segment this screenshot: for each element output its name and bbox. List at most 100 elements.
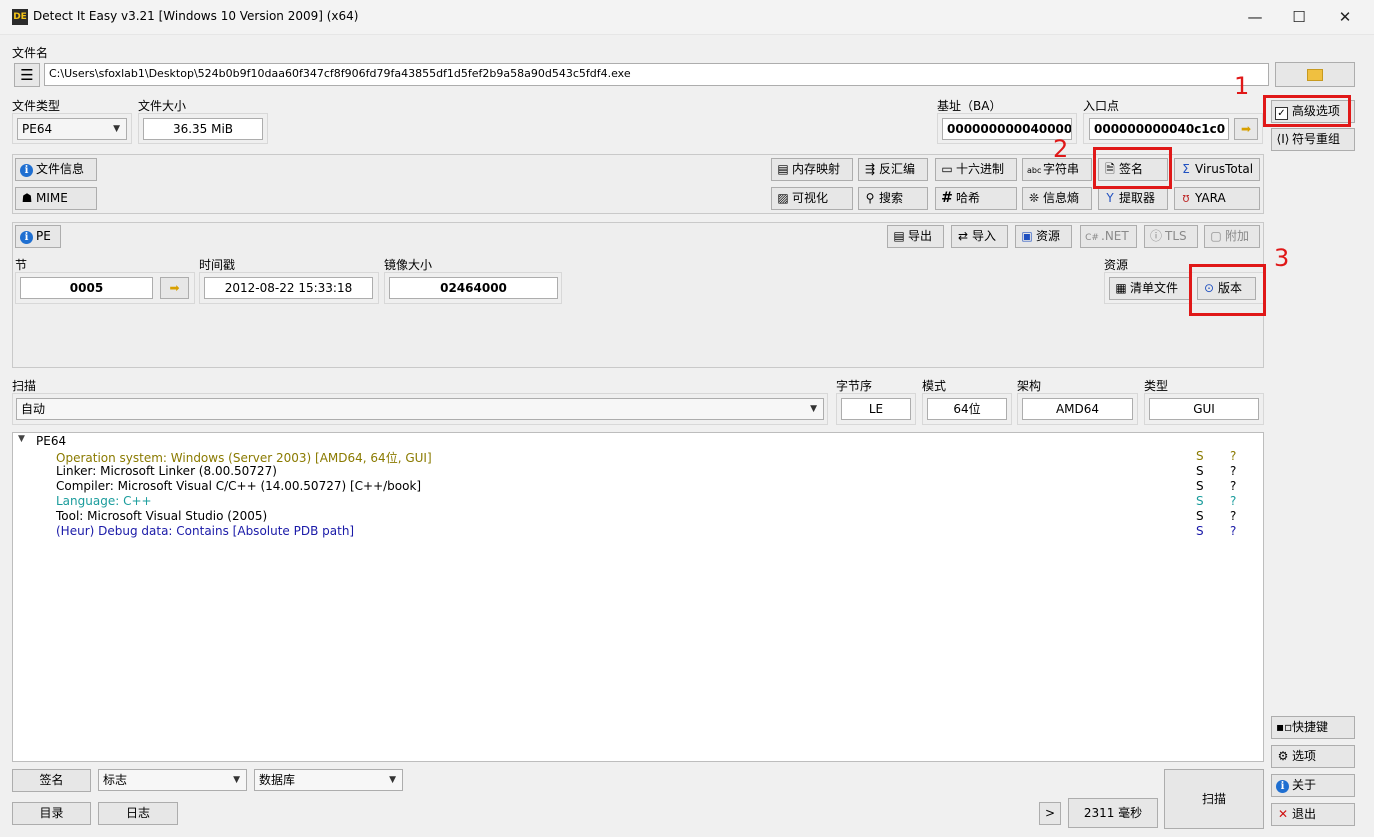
result-s-flag: S <box>1196 509 1204 523</box>
shortcuts-label: 快捷键 <box>1292 720 1329 734</box>
minimize-button[interactable]: — <box>1232 0 1278 34</box>
endianness-value: LE <box>841 398 911 420</box>
memory-map-label: 内存映射 <box>792 162 841 176</box>
entry-point-value: 000000000040c1c0 <box>1089 118 1229 140</box>
demangle-label: 符号重组 <box>1292 132 1341 146</box>
manifest-button[interactable]: ▦ 清单文件 <box>1109 277 1192 300</box>
disassembly-label: 反汇编 <box>879 162 916 176</box>
hex-label: 十六进制 <box>956 162 1005 176</box>
open-folder-button[interactable] <box>1275 62 1355 87</box>
section-goto-arrow-icon[interactable]: ➡ <box>160 277 189 299</box>
hash-button[interactable]: # 哈希 <box>935 187 1017 210</box>
section-value: 0005 <box>20 277 153 299</box>
options-button[interactable]: ⚙ 选项 <box>1271 745 1355 768</box>
exit-x-icon: ✕ <box>1277 807 1289 821</box>
database-select[interactable]: 数据库 ▼ <box>254 769 403 791</box>
result-line[interactable]: (Heur) Debug data: Contains [Absolute PD… <box>56 524 354 538</box>
more-button[interactable]: > <box>1039 802 1061 825</box>
demangle-button[interactable]: ⟨I⟩ 符号重组 <box>1271 128 1355 151</box>
result-info-button[interactable]: ? <box>1230 524 1236 538</box>
result-s-flag: S <box>1196 464 1204 478</box>
close-button[interactable]: ✕ <box>1322 0 1368 34</box>
entry-point-label: 入口点 <box>1083 99 1120 113</box>
export-button[interactable]: ▤ 导出 <box>887 225 944 248</box>
log-button[interactable]: 日志 <box>98 802 178 825</box>
overlay-button[interactable]: ▢ 附加 <box>1204 225 1260 248</box>
overlay-label: 附加 <box>1225 229 1250 243</box>
result-s-flag: S <box>1196 494 1204 508</box>
scan-label: 扫描 <box>12 379 37 393</box>
resources-label: 资源 <box>1036 229 1061 243</box>
pe-info-button[interactable]: i PE <box>15 225 61 248</box>
scan-mode-select[interactable]: 自动 ▼ <box>16 398 824 420</box>
menu-list-icon[interactable]: ☰ <box>14 63 40 87</box>
import-icon: ⇄ <box>957 229 969 243</box>
result-line[interactable]: Compiler: Microsoft Visual C/C++ (14.00.… <box>56 479 421 493</box>
timestamp-label: 时间戳 <box>199 258 236 272</box>
result-info-button[interactable]: ? <box>1230 464 1236 478</box>
result-s-flag: S <box>1196 449 1204 463</box>
app-logo: DE <box>12 9 28 25</box>
virustotal-button[interactable]: Σ VirusTotal <box>1174 158 1260 181</box>
hex-button[interactable]: ▭ 十六进制 <box>935 158 1017 181</box>
extractor-label: 提取器 <box>1119 191 1156 205</box>
dotnet-button[interactable]: C# .NET <box>1080 225 1137 248</box>
result-info-button[interactable]: ? <box>1230 494 1236 508</box>
search-button[interactable]: ⚲ 搜索 <box>858 187 928 210</box>
info-icon: i <box>20 164 33 177</box>
csharp-icon: C# <box>1085 233 1099 243</box>
chevron-down-icon: ▼ <box>810 404 817 414</box>
bits-value: 64位 <box>927 398 1007 420</box>
extractor-icon: Y <box>1106 191 1114 205</box>
results-tree[interactable]: ▼ PE64 Operation system: Windows (Server… <box>12 432 1264 762</box>
file-path-input[interactable]: C:\Users\sfoxlab1\Desktop\524b0b9f10daa6… <box>44 63 1269 86</box>
entropy-button[interactable]: ❊ 信息熵 <box>1022 187 1092 210</box>
result-info-button[interactable]: ? <box>1230 509 1236 523</box>
manifest-icon: ▦ <box>1115 281 1127 295</box>
signatures-bottom-button[interactable]: 签名 <box>12 769 91 792</box>
yara-button[interactable]: ʊ YARA <box>1174 187 1260 210</box>
visualize-button[interactable]: ▨ 可视化 <box>771 187 853 210</box>
file-type-select[interactable]: PE64 ▼ <box>17 118 127 140</box>
memory-map-button[interactable]: ▤ 内存映射 <box>771 158 853 181</box>
exit-button[interactable]: ✕ 退出 <box>1271 803 1355 826</box>
result-line[interactable]: Tool: Microsoft Visual Studio (2005) <box>56 509 267 523</box>
file-type-value: PE64 <box>22 122 53 136</box>
visualize-label: 可视化 <box>792 191 829 205</box>
scan-button[interactable]: 扫描 <box>1164 769 1264 829</box>
directory-button[interactable]: 目录 <box>12 802 91 825</box>
file-type-label: 文件类型 <box>12 99 61 113</box>
flags-select[interactable]: 标志 ▼ <box>98 769 247 791</box>
shortcuts-button[interactable]: ▪▫快捷键 <box>1271 716 1355 739</box>
resources-button[interactable]: ▣ 资源 <box>1015 225 1072 248</box>
import-button[interactable]: ⇄ 导入 <box>951 225 1008 248</box>
mime-button[interactable]: ☗ MIME <box>15 187 97 210</box>
tree-root-pe64[interactable]: PE64 <box>36 434 66 448</box>
extractor-button[interactable]: Y 提取器 <box>1098 187 1168 210</box>
image-icon: ▨ <box>777 191 789 205</box>
entry-goto-arrow-icon[interactable]: ➡ <box>1234 118 1258 140</box>
maximize-button[interactable]: ☐ <box>1276 0 1322 34</box>
result-line[interactable]: Language: C++ <box>56 494 152 508</box>
search-label: 搜索 <box>879 191 904 205</box>
virustotal-icon: Σ <box>1182 162 1190 176</box>
annotation-number-1: 1 <box>1234 72 1250 100</box>
endianness-label: 字节序 <box>836 379 873 393</box>
tls-label: TLS <box>1165 229 1187 243</box>
result-info-button[interactable]: ? <box>1230 449 1236 463</box>
search-icon: ⚲ <box>865 191 875 205</box>
file-info-button[interactable]: i 文件信息 <box>15 158 97 181</box>
result-info-button[interactable]: ? <box>1230 479 1236 493</box>
result-line[interactable]: Linker: Microsoft Linker (8.00.50727) <box>56 464 277 478</box>
info-icon: i <box>1276 780 1289 793</box>
options-label: 选项 <box>1292 749 1317 763</box>
tls-button[interactable]: ⓘ TLS <box>1144 225 1198 248</box>
hash-icon: # <box>941 190 953 206</box>
tree-expand-icon[interactable]: ▼ <box>18 434 25 444</box>
dotnet-label: .NET <box>1101 229 1129 243</box>
mode-label: 模式 <box>922 379 947 393</box>
file-info-label: 文件信息 <box>36 162 85 176</box>
disassembly-button[interactable]: ⇶ 反汇编 <box>858 158 928 181</box>
window-title: Detect It Easy v3.21 [Windows 10 Version… <box>33 9 359 23</box>
about-button[interactable]: i 关于 <box>1271 774 1355 797</box>
